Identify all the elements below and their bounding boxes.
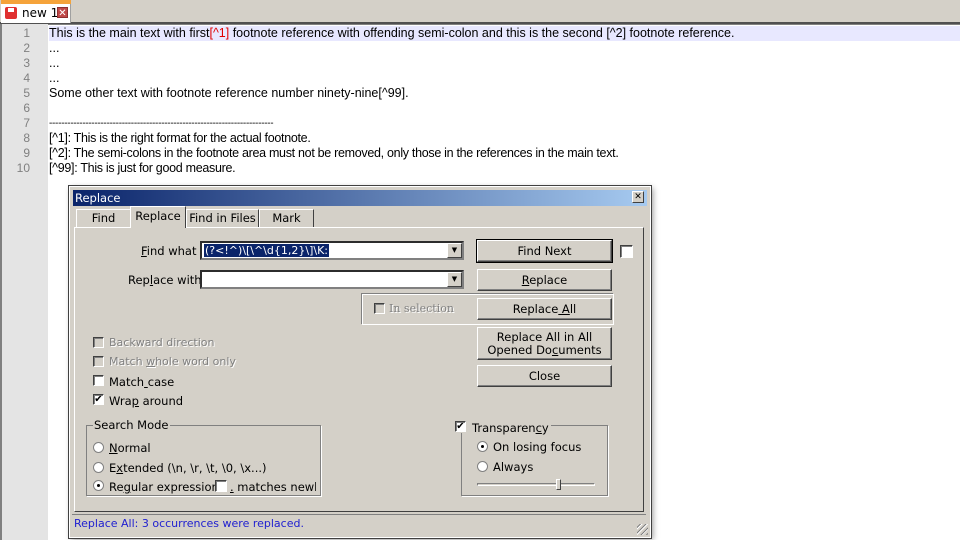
close-icon[interactable]: ✕ (57, 7, 68, 19)
line-text-segment: footnote reference with offending semi-c… (229, 26, 735, 40)
editor-line[interactable]: 1 This is the main text with first[^1] f… (0, 26, 960, 41)
find-what-input[interactable]: (?<!^)\[\^\d{1,2}\]\K: (204, 244, 329, 257)
line-number: 5 (23, 86, 30, 100)
transparency-slider-thumb[interactable] (556, 479, 562, 490)
line-text: ----------------------------------------… (49, 118, 274, 129)
tab-mark[interactable]: Mark (259, 209, 314, 227)
match-whole-word-label: Match whole word only (109, 355, 236, 368)
tab-find-in-files[interactable]: Find in Files (186, 209, 259, 227)
normal-label: Normal (109, 441, 151, 455)
close-icon[interactable]: ✕ (632, 191, 644, 203)
replace-all-in-all-docs-button[interactable]: Replace All in All Opened Documents (477, 327, 612, 360)
normal-radio[interactable] (93, 442, 104, 453)
replace-button[interactable]: Replace (477, 269, 612, 291)
line-number: 10 (16, 161, 30, 175)
line-text: [^2]: The semi-colons in the footnote ar… (49, 146, 619, 160)
dialog-titlebar[interactable]: Replace ✕ (73, 190, 647, 206)
replace-panel: Find what (?<!^)\[\^\d{1,2}\]\K: ▼ Repla… (74, 227, 644, 512)
in-selection-checkbox[interactable] (374, 303, 385, 314)
dialog-title: Replace (75, 191, 121, 205)
find-next-button[interactable]: Find Next (476, 239, 613, 263)
editor-line[interactable]: 4 ... (0, 71, 960, 86)
backward-direction-label: Backward direction (109, 336, 215, 349)
chevron-down-icon[interactable]: ▼ (447, 272, 462, 287)
editor-line[interactable]: 2 ... (0, 41, 960, 56)
tab-find[interactable]: Find (76, 209, 131, 227)
editor-line[interactable]: 7 --------------------------------------… (0, 116, 960, 131)
line-text: ... (49, 41, 60, 55)
editor-line[interactable]: 9 [^2]: The semi-colons in the footnote … (0, 146, 960, 161)
wrap-around-checkbox[interactable]: ✔ (93, 394, 104, 405)
on-losing-focus-radio[interactable] (477, 441, 488, 452)
tab-new-1[interactable]: new 1 ✕ (1, 0, 71, 23)
match-whole-word-checkbox[interactable] (93, 356, 104, 367)
line-number: 6 (23, 101, 30, 115)
editor-line[interactable]: 8 [^1]: This is the right format for the… (0, 131, 960, 146)
replace-dialog: Replace ✕ Find Replace Find in Files Mar… (68, 185, 652, 539)
transparency-checkbox[interactable]: ✔ (455, 421, 466, 432)
active-tab-indicator (1, 0, 71, 4)
line-text: Some other text with footnote reference … (49, 86, 409, 100)
editor-line[interactable]: 5 Some other text with footnote referenc… (0, 86, 960, 101)
dot-matches-newline-label: . matches newlir (230, 480, 316, 494)
line-text: ... (49, 71, 60, 85)
editor-line[interactable]: 3 ... (0, 56, 960, 71)
search-mode-title: Search Mode (93, 418, 170, 432)
editor-line[interactable]: 10 [^99]: This is just for good measure. (0, 161, 960, 176)
find-what-combo[interactable]: (?<!^)\[\^\d{1,2}\]\K: ▼ (200, 241, 464, 260)
line-number: 2 (23, 41, 30, 55)
transparency-label: Transparency (472, 421, 549, 435)
button-line: Replace All in All (496, 330, 593, 344)
extended-radio[interactable] (93, 462, 104, 473)
match-case-label: Match case (109, 375, 175, 389)
line-text: [^1]: This is the right format for the a… (49, 131, 311, 145)
find-next-checkbox[interactable] (620, 245, 633, 258)
always-label: Always (493, 460, 534, 474)
wrap-around-label: Wrap around (109, 394, 184, 408)
line-text: This is the main text with first[^1] foo… (49, 26, 960, 41)
find-what-label: Find what (141, 244, 197, 258)
line-number: 9 (23, 146, 30, 160)
save-icon (5, 7, 17, 19)
always-radio[interactable] (477, 461, 488, 472)
line-text-segment: This is the main text with first (49, 26, 210, 40)
replace-with-combo[interactable]: ▼ (200, 270, 464, 289)
regex-radio[interactable] (93, 480, 104, 491)
replace-all-button[interactable]: Replace All (477, 298, 612, 320)
status-bar: Replace All: 3 occurrences were replaced… (72, 514, 646, 531)
regex-label: Regular expression (109, 480, 219, 494)
match-case-checkbox[interactable] (93, 375, 104, 386)
dot-matches-newline-checkbox[interactable] (215, 480, 227, 492)
tab-label: new 1 (22, 6, 59, 20)
resize-grip-icon[interactable] (637, 524, 648, 535)
line-text: [^99]: This is just for good measure. (49, 161, 236, 175)
tab-replace[interactable]: Replace (130, 206, 186, 228)
replace-with-label: Replace with (128, 273, 202, 287)
line-number: 8 (23, 131, 30, 145)
line-text: ... (49, 56, 60, 70)
close-button[interactable]: Close (477, 365, 612, 387)
transparency-slider[interactable] (477, 483, 595, 486)
chevron-down-icon[interactable]: ▼ (447, 243, 462, 258)
editor-line[interactable]: 6 (0, 101, 960, 116)
line-number: 3 (23, 56, 30, 70)
brace-highlight: [^1] (209, 26, 230, 40)
backward-direction-checkbox[interactable] (93, 337, 104, 348)
extended-label: Extended (\n, \r, \t, \0, \x...) (109, 461, 267, 475)
button-line: Opened Documents (487, 343, 602, 357)
in-selection-label: In selection (389, 302, 454, 315)
line-number: 1 (23, 26, 30, 40)
on-losing-focus-label: On losing focus (493, 440, 582, 454)
tab-bar: new 1 ✕ (0, 0, 960, 25)
line-number: 7 (23, 116, 30, 130)
line-number: 4 (23, 71, 30, 85)
